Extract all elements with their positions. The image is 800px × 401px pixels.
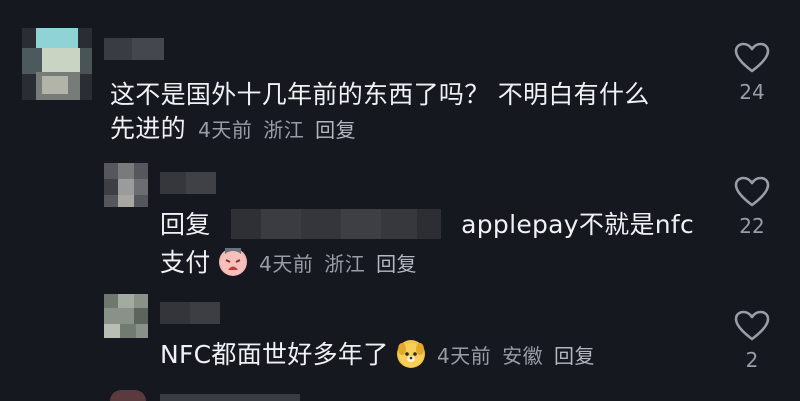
comment-time: 4天前 (198, 118, 253, 142)
avatar[interactable] (104, 163, 148, 207)
comment-body: NFC都面世好多年了 4天前 安徽 回复 (160, 338, 720, 373)
like-count: 24 (739, 80, 765, 104)
comment-location: 浙江 (324, 252, 366, 276)
comment-meta: 4天前 安徽 回复 (433, 344, 595, 368)
avatar[interactable] (104, 294, 148, 338)
comment-text-line: NFC都面世好多年了 (160, 340, 389, 369)
reply-button[interactable]: 回复 (315, 118, 356, 142)
reply-button[interactable]: 回复 (376, 252, 417, 276)
comment-meta: 4天前 浙江 回复 (194, 118, 356, 142)
comment-meta: 4天前 浙江 回复 (255, 252, 417, 276)
comment-body: 这不是国外十几年前的东西了吗？ 不明白有什么 先进的 4天前 浙江 回复 (110, 78, 710, 147)
heart-outline-icon[interactable] (734, 42, 770, 74)
avatar[interactable] (22, 28, 92, 100)
like-button[interactable]: 24 (727, 42, 777, 104)
comment-body: 回复 applepay不就是nfc 支付 4天前 浙江 回复 (160, 208, 720, 281)
username-blurred[interactable] (160, 172, 216, 194)
comment-location: 浙江 (263, 118, 305, 142)
like-count: 2 (745, 348, 759, 372)
mention-blurred[interactable] (230, 209, 441, 239)
comment-thread: 这不是国外十几年前的东西了吗？ 不明白有什么 先进的 4天前 浙江 回复 24 … (0, 0, 800, 401)
next-comment-peek[interactable] (110, 386, 310, 401)
username-blurred[interactable] (160, 302, 220, 324)
heart-outline-icon[interactable] (734, 176, 770, 208)
reply-prefix: 回复 (160, 210, 211, 239)
crying-emoji (218, 248, 247, 276)
like-button[interactable]: 2 (727, 310, 777, 372)
comment-text-line: applepay不就是nfc (461, 210, 695, 239)
comment-text-line: 先进的 (110, 114, 186, 143)
comment-time: 4天前 (259, 252, 314, 276)
like-button[interactable]: 22 (727, 176, 777, 238)
comment-location: 安徽 (502, 344, 544, 368)
comment-time: 4天前 (437, 344, 492, 368)
comment-text-line: 支付 (160, 248, 211, 277)
dog-emoji (396, 340, 425, 368)
reply-button[interactable]: 回复 (554, 344, 595, 368)
username-blurred[interactable] (104, 38, 164, 60)
comment-text-line: 这不是国外十几年前的东西了吗？ 不明白有什么 (110, 80, 650, 109)
like-count: 22 (739, 214, 765, 238)
heart-outline-icon[interactable] (734, 310, 770, 342)
